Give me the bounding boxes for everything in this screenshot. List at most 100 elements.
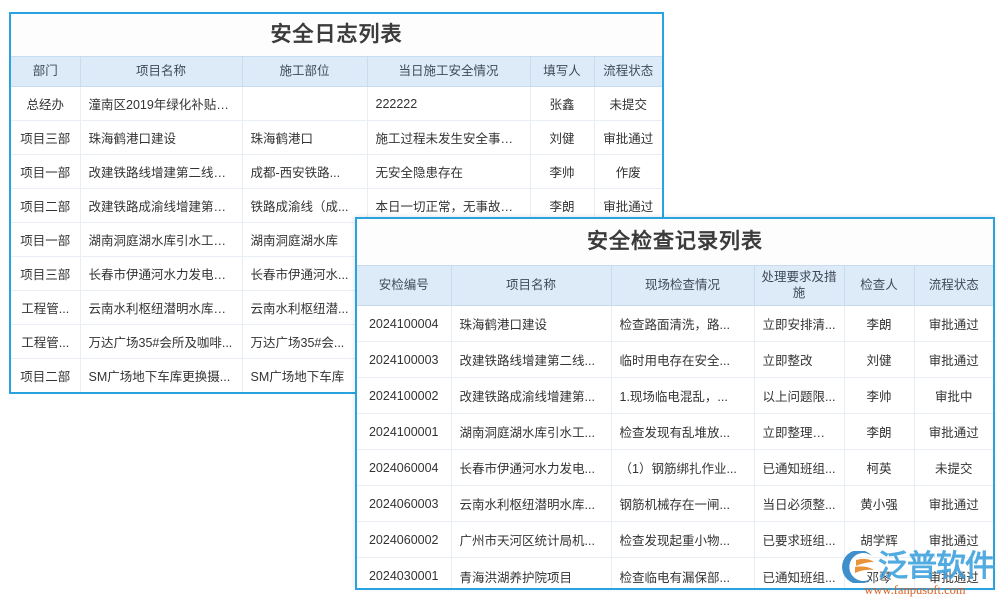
cell-writer: 刘健 (530, 121, 594, 155)
cell-check-measure: 立即安排清... (754, 306, 844, 342)
cell-dept: 项目二部 (11, 359, 80, 393)
cell-check-code: 2024100003 (357, 342, 451, 378)
cell-check-situation: 检查临电有漏保部... (611, 558, 754, 590)
col-header-project[interactable]: 项目名称 (80, 57, 242, 87)
table-row[interactable]: 2024100004珠海鹤港口建设检查路面清洗，路...立即安排清...李朗审批… (357, 306, 993, 342)
cell-check-measure: 已通知班组... (754, 450, 844, 486)
cell-dept: 总经办 (11, 87, 80, 121)
cell-check-situation: 临时用电存在安全... (611, 342, 754, 378)
cell-check-code: 2024060004 (357, 450, 451, 486)
safety-check-header-row: 安检编号 项目名称 现场检查情况 处理要求及措施 检查人 流程状态 (357, 266, 993, 306)
cell-check-measure: 以上问题限... (754, 378, 844, 414)
table-row[interactable]: 项目一部改建铁路线增建第二线直...成都-西安铁路...无安全隐患存在李帅作废 (11, 155, 662, 189)
cell-check-code: 2024100002 (357, 378, 451, 414)
cell-part (242, 87, 367, 121)
cell-check-situation: 检查发现起重小物... (611, 522, 754, 558)
safety-log-title: 安全日志列表 (11, 14, 662, 56)
cell-check-situation: （1）钢筋绑扎作业... (611, 450, 754, 486)
table-row[interactable]: 2024100001湖南洞庭湖水库引水工...检查发现有乱堆放...立即整理归类… (357, 414, 993, 450)
col-header-status[interactable]: 流程状态 (594, 57, 662, 87)
cell-project: 潼南区2019年绿化补贴项... (80, 87, 242, 121)
cell-check-situation: 1.现场临电混乱，... (611, 378, 754, 414)
col-header-check-inspector[interactable]: 检查人 (844, 266, 914, 306)
cell-check-project: 改建铁路线增建第二线... (451, 342, 611, 378)
status-badge: 审批中 (914, 378, 993, 414)
cell-check-inspector: 柯英 (844, 450, 914, 486)
cell-project: 改建铁路成渝线增建第二... (80, 189, 242, 223)
cell-project: 长春市伊通河水力发电厂... (80, 257, 242, 291)
col-header-check-code[interactable]: 安检编号 (357, 266, 451, 306)
cell-check-measure: 立即整理归类 (754, 414, 844, 450)
table-row[interactable]: 2024030001青海洪湖养护院项目检查临电有漏保部...已通知班组...邓琴… (357, 558, 993, 590)
cell-project: 云南水利枢纽潜明水库一... (80, 291, 242, 325)
cell-check-inspector: 李朗 (844, 414, 914, 450)
cell-check-project: 云南水利枢纽潜明水库... (451, 486, 611, 522)
cell-project: 湖南洞庭湖水库引水工程... (80, 223, 242, 257)
cell-project: SM广场地下车库更换摄... (80, 359, 242, 393)
status-badge: 审批通过 (914, 306, 993, 342)
safety-log-header-row: 部门 项目名称 施工部位 当日施工安全情况 填写人 流程状态 (11, 57, 662, 87)
cell-dept: 项目三部 (11, 121, 80, 155)
status-badge: 审批通过 (914, 486, 993, 522)
safety-check-table: 安检编号 项目名称 现场检查情况 处理要求及措施 检查人 流程状态 202410… (357, 265, 993, 590)
cell-check-situation: 检查路面清洗，路... (611, 306, 754, 342)
cell-project: 改建铁路线增建第二线直... (80, 155, 242, 189)
cell-dept: 项目一部 (11, 155, 80, 189)
table-row[interactable]: 2024060003云南水利枢纽潜明水库...钢筋机械存在一闸...当日必须整.… (357, 486, 993, 522)
col-header-check-measure[interactable]: 处理要求及措施 (754, 266, 844, 306)
status-badge: 作废 (594, 155, 662, 189)
screenshot-root: 安全日志列表 部门 项目名称 施工部位 当日施工安全情况 填写人 流程状态 (0, 0, 1000, 600)
col-header-writer[interactable]: 填写人 (530, 57, 594, 87)
cell-check-code: 2024100004 (357, 306, 451, 342)
safety-check-title: 安全检查记录列表 (357, 219, 993, 265)
cell-check-code: 2024060002 (357, 522, 451, 558)
status-badge: 未提交 (914, 450, 993, 486)
cell-situation: 无安全隐患存在 (367, 155, 530, 189)
cell-check-code: 2024060003 (357, 486, 451, 522)
col-header-part[interactable]: 施工部位 (242, 57, 367, 87)
cell-check-inspector: 黄小强 (844, 486, 914, 522)
status-badge: 审批通过 (594, 121, 662, 155)
table-row[interactable]: 2024060002广州市天河区统计局机...检查发现起重小物...已要求班组.… (357, 522, 993, 558)
status-badge: 审批通过 (914, 522, 993, 558)
table-row[interactable]: 2024100003改建铁路线增建第二线...临时用电存在安全...立即整改刘健… (357, 342, 993, 378)
cell-dept: 项目一部 (11, 223, 80, 257)
table-row[interactable]: 总经办潼南区2019年绿化补贴项...222222张鑫未提交 (11, 87, 662, 121)
cell-part: 湖南洞庭湖水库 (242, 223, 367, 257)
table-row[interactable]: 2024060004长春市伊通河水力发电...（1）钢筋绑扎作业...已通知班组… (357, 450, 993, 486)
cell-part: 云南水利枢纽潜... (242, 291, 367, 325)
cell-situation: 222222 (367, 87, 530, 121)
status-badge: 审批通过 (914, 558, 993, 590)
cell-check-project: 长春市伊通河水力发电... (451, 450, 611, 486)
cell-part: 长春市伊通河水... (242, 257, 367, 291)
cell-check-inspector: 李帅 (844, 378, 914, 414)
col-header-check-status[interactable]: 流程状态 (914, 266, 993, 306)
table-row[interactable]: 2024100002改建铁路成渝线增建第...1.现场临电混乱，...以上问题限… (357, 378, 993, 414)
cell-project: 万达广场35#会所及咖啡... (80, 325, 242, 359)
col-header-check-situation[interactable]: 现场检查情况 (611, 266, 754, 306)
status-badge: 审批通过 (914, 414, 993, 450)
col-header-dept[interactable]: 部门 (11, 57, 80, 87)
col-header-check-project[interactable]: 项目名称 (451, 266, 611, 306)
table-row[interactable]: 项目三部珠海鹤港口建设珠海鹤港口施工过程未发生安全事故...刘健审批通过 (11, 121, 662, 155)
col-header-situation[interactable]: 当日施工安全情况 (367, 57, 530, 87)
cell-check-inspector: 李朗 (844, 306, 914, 342)
cell-part: SM广场地下车库 (242, 359, 367, 393)
cell-dept: 项目二部 (11, 189, 80, 223)
cell-check-project: 广州市天河区统计局机... (451, 522, 611, 558)
cell-check-inspector: 刘健 (844, 342, 914, 378)
cell-dept: 工程管... (11, 325, 80, 359)
cell-check-measure: 立即整改 (754, 342, 844, 378)
cell-check-project: 珠海鹤港口建设 (451, 306, 611, 342)
cell-dept: 项目三部 (11, 257, 80, 291)
cell-check-situation: 钢筋机械存在一闸... (611, 486, 754, 522)
cell-check-code: 2024100001 (357, 414, 451, 450)
cell-check-situation: 检查发现有乱堆放... (611, 414, 754, 450)
safety-check-body: 2024100004珠海鹤港口建设检查路面清洗，路...立即安排清...李朗审批… (357, 306, 993, 590)
cell-check-project: 改建铁路成渝线增建第... (451, 378, 611, 414)
cell-writer: 李帅 (530, 155, 594, 189)
cell-part: 万达广场35#会... (242, 325, 367, 359)
cell-situation: 施工过程未发生安全事故... (367, 121, 530, 155)
cell-project: 珠海鹤港口建设 (80, 121, 242, 155)
cell-check-measure: 当日必须整... (754, 486, 844, 522)
